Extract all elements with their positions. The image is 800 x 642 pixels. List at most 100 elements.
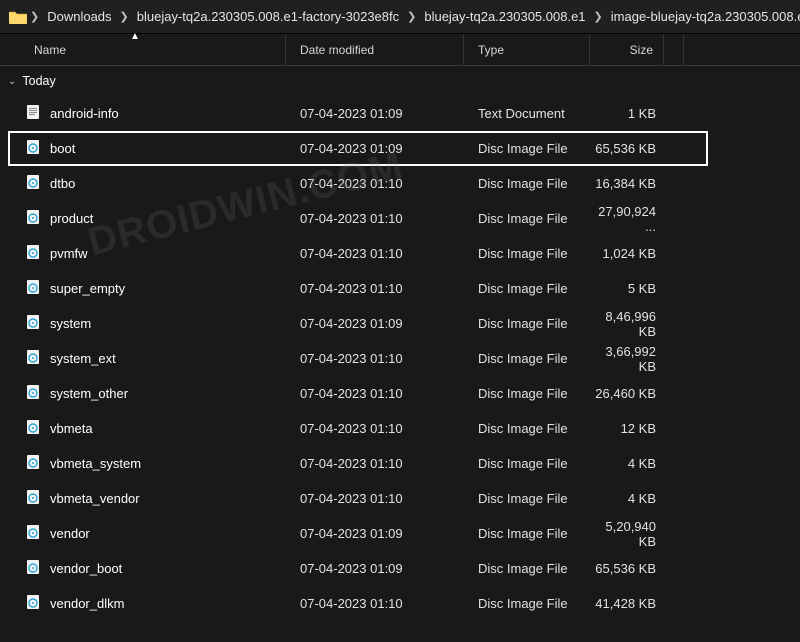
table-row[interactable]: vbmeta_system07-04-2023 01:10Disc Image …	[0, 446, 800, 481]
file-type: Disc Image File	[464, 141, 590, 156]
file-name: vendor_boot	[50, 561, 122, 576]
file-name: super_empty	[50, 281, 125, 296]
breadcrumb-item[interactable]: bluejay-tq2a.230305.008.e1	[418, 9, 591, 24]
file-type: Disc Image File	[464, 456, 590, 471]
file-date: 07-04-2023 01:10	[286, 176, 464, 191]
table-row[interactable]: boot 07-04-2023 01:09Disc Image File65,53…	[0, 131, 800, 166]
file-date: 07-04-2023 01:10	[286, 386, 464, 401]
file-size: 65,536 KB	[590, 141, 664, 156]
file-date: 07-04-2023 01:09	[286, 106, 464, 121]
disc-image-icon	[24, 314, 42, 333]
table-row[interactable]: dtbo07-04-2023 01:10Disc Image File16,38…	[0, 166, 800, 201]
chevron-right-icon[interactable]: ❯	[28, 10, 41, 23]
column-header-name[interactable]: Name	[0, 34, 286, 65]
file-name: vbmeta	[50, 421, 93, 436]
disc-image-icon	[24, 489, 42, 508]
file-name: boot	[50, 141, 75, 156]
chevron-right-icon[interactable]: ❯	[405, 10, 418, 23]
group-header[interactable]: ⌄ Today	[0, 66, 800, 96]
disc-image-icon	[24, 279, 42, 298]
file-type: Disc Image File	[464, 526, 590, 541]
table-row[interactable]: product07-04-2023 01:10Disc Image File27…	[0, 201, 800, 236]
file-type: Disc Image File	[464, 211, 590, 226]
file-type: Disc Image File	[464, 596, 590, 611]
file-name: vbmeta_system	[50, 456, 141, 471]
file-type: Disc Image File	[464, 386, 590, 401]
file-size: 4 KB	[590, 491, 664, 506]
breadcrumb-item[interactable]: image-bluejay-tq2a.230305.008.e1	[605, 9, 800, 24]
file-name: system_ext	[50, 351, 116, 366]
file-size: 12 KB	[590, 421, 664, 436]
chevron-right-icon[interactable]: ❯	[118, 10, 131, 23]
table-row[interactable]: vbmeta 07-04-2023 01:10Disc Image File12 …	[0, 411, 800, 446]
file-type: Disc Image File	[464, 351, 590, 366]
disc-image-icon	[24, 419, 42, 438]
file-date: 07-04-2023 01:10	[286, 596, 464, 611]
column-header-row: ▲ Name Date modified Type Size	[0, 34, 800, 66]
file-date: 07-04-2023 01:10	[286, 491, 464, 506]
disc-image-icon	[24, 349, 42, 368]
table-row[interactable]: system07-04-2023 01:09Disc Image File8,4…	[0, 306, 800, 341]
file-size: 65,536 KB	[590, 561, 664, 576]
table-row[interactable]: vendor 07-04-2023 01:09Disc Image File5,2…	[0, 516, 800, 551]
file-size: 5 KB	[590, 281, 664, 296]
file-type: Disc Image File	[464, 246, 590, 261]
file-date: 07-04-2023 01:09	[286, 561, 464, 576]
file-date: 07-04-2023 01:09	[286, 316, 464, 331]
file-date: 07-04-2023 01:09	[286, 141, 464, 156]
file-type: Disc Image File	[464, 421, 590, 436]
breadcrumb-item[interactable]: Downloads	[41, 9, 117, 24]
column-header-date[interactable]: Date modified	[286, 34, 464, 65]
file-type: Disc Image File	[464, 491, 590, 506]
chevron-down-icon: ⌄	[8, 76, 16, 87]
file-date: 07-04-2023 01:10	[286, 351, 464, 366]
disc-image-icon	[24, 384, 42, 403]
folder-icon	[8, 9, 28, 25]
file-name: vendor_dlkm	[50, 596, 124, 611]
file-type: Disc Image File	[464, 281, 590, 296]
file-type: Disc Image File	[464, 561, 590, 576]
disc-image-icon	[24, 594, 42, 613]
disc-image-icon	[24, 244, 42, 263]
file-size: 4 KB	[590, 456, 664, 471]
file-size: 26,460 KB	[590, 386, 664, 401]
table-row[interactable]: android-info 07-04-2023 01:09Text Documen…	[0, 96, 800, 131]
file-name: vbmeta_vendor	[50, 491, 140, 506]
disc-image-icon	[24, 139, 42, 158]
file-date: 07-04-2023 01:10	[286, 421, 464, 436]
column-header-extra[interactable]	[664, 34, 684, 65]
file-size: 8,46,996 KB	[590, 309, 664, 339]
column-header-type[interactable]: Type	[464, 34, 590, 65]
table-row[interactable]: vendor_dlkm 07-04-2023 01:10Disc Image Fi…	[0, 586, 800, 621]
file-size: 16,384 KB	[590, 176, 664, 191]
file-size: 5,20,940 KB	[590, 519, 664, 549]
disc-image-icon	[24, 524, 42, 543]
breadcrumb-item[interactable]: bluejay-tq2a.230305.008.e1-factory-3023e…	[131, 9, 405, 24]
file-name: vendor	[50, 526, 90, 541]
file-type: Disc Image File	[464, 316, 590, 331]
file-name: android-info	[50, 106, 119, 121]
file-size: 41,428 KB	[590, 596, 664, 611]
file-size: 1,024 KB	[590, 246, 664, 261]
file-date: 07-04-2023 01:09	[286, 526, 464, 541]
table-row[interactable]: system_ext 07-04-2023 01:10Disc Image Fil…	[0, 341, 800, 376]
table-row[interactable]: vbmeta_vendor 07-04-2023 01:10Disc Image …	[0, 481, 800, 516]
file-date: 07-04-2023 01:10	[286, 246, 464, 261]
group-label: Today	[22, 74, 55, 88]
file-name: product	[50, 211, 93, 226]
file-type: Disc Image File	[464, 176, 590, 191]
file-name: system_other	[50, 386, 128, 401]
file-list: android-info07-04-2023 01:09Text Documen…	[0, 96, 800, 621]
file-type: Text Document	[464, 106, 590, 121]
breadcrumb[interactable]: ❯ Downloads ❯ bluejay-tq2a.230305.008.e1…	[0, 0, 800, 34]
disc-image-icon	[24, 174, 42, 193]
disc-image-icon	[24, 209, 42, 228]
chevron-right-icon[interactable]: ❯	[592, 10, 605, 23]
table-row[interactable]: super_empty07-04-2023 01:10Disc Image Fi…	[0, 271, 800, 306]
file-size: 3,66,992 KB	[590, 344, 664, 374]
table-row[interactable]: vendor_boot 07-04-2023 01:09Disc Image Fi…	[0, 551, 800, 586]
table-row[interactable]: system_other 07-04-2023 01:10Disc Image F…	[0, 376, 800, 411]
column-header-size[interactable]: Size	[590, 34, 664, 65]
sort-ascending-icon: ▲	[130, 31, 140, 42]
table-row[interactable]: pvmfw07-04-2023 01:10Disc Image File1,02…	[0, 236, 800, 271]
